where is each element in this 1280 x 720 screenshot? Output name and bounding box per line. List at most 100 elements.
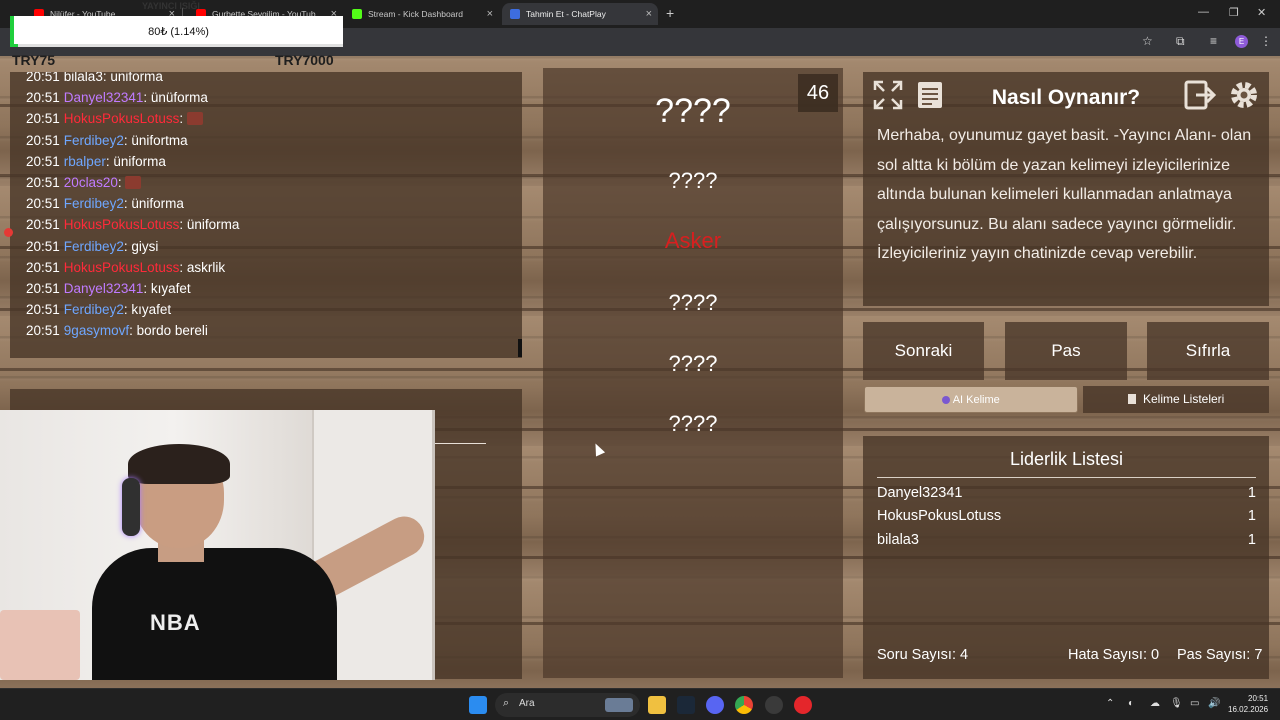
- leaderboard-score: 1: [1247, 532, 1256, 548]
- windows-start-icon[interactable]: [469, 696, 487, 714]
- chat-timestamp: 20:51: [26, 153, 60, 169]
- chat-emote-icon: [125, 175, 142, 189]
- app-icon[interactable]: [765, 696, 783, 714]
- chat-username[interactable]: HokusPokusLotuss: [64, 217, 180, 232]
- chat-message: 20:51 HokusPokusLotuss: üniforma: [26, 214, 506, 235]
- tray-cloud-icon[interactable]: ☁: [1150, 698, 1160, 709]
- chat-text: giysi: [131, 238, 159, 254]
- hidden-word: ????: [668, 168, 718, 193]
- pass-button[interactable]: Pas: [1005, 322, 1127, 380]
- tab-kick-dashboard[interactable]: Stream - Kick Dashboard ×: [344, 3, 499, 25]
- chat-username[interactable]: HokusPokusLotuss: [64, 260, 180, 275]
- system-clock[interactable]: 20:51 16.02.2026: [1228, 693, 1268, 715]
- clock-time: 20:51: [1248, 694, 1269, 703]
- fullscreen-icon[interactable]: [871, 78, 905, 112]
- tray-chevron-icon[interactable]: ⌃: [1106, 698, 1114, 709]
- logout-icon[interactable]: [1183, 78, 1217, 112]
- donation-goal-label: 80₺ (1.14%): [148, 26, 209, 38]
- volume-icon[interactable]: 🔊: [1208, 698, 1220, 709]
- chat-separator: :: [117, 174, 126, 190]
- chat-username[interactable]: rbalper: [64, 154, 106, 169]
- leaderboard-name: bilala3: [877, 532, 919, 548]
- leaderboard-name: HokusPokusLotuss: [877, 508, 1002, 524]
- maximize-icon[interactable]: ❐: [1229, 6, 1239, 19]
- chat-message: 20:51 Ferdibey2: giysi: [26, 236, 506, 257]
- bookmark-star-icon[interactable]: ☆: [1142, 34, 1153, 48]
- close-icon[interactable]: ×: [487, 8, 493, 20]
- chat-timestamp: 20:51: [26, 72, 60, 84]
- chat-message: 20:51 9gasymovf: bordo bereli: [26, 320, 506, 341]
- taskbar-search[interactable]: ⌕ Ara: [495, 693, 640, 717]
- chat-text: bordo bereli: [136, 323, 208, 339]
- chat-text: üniforma: [186, 217, 240, 233]
- ai-icon: [942, 396, 951, 404]
- chat-username[interactable]: bilala3: [64, 72, 103, 84]
- chat-message: 20:51 Ferdibey2: kıyafet: [26, 299, 506, 320]
- ai-word-button[interactable]: AI Kelime: [864, 386, 1078, 413]
- chatplay-icon: [510, 9, 520, 19]
- chat-username[interactable]: Danyel32341: [64, 90, 144, 105]
- network-icon[interactable]: ▭: [1190, 698, 1199, 709]
- opera-icon[interactable]: [794, 696, 812, 714]
- word-lists-button[interactable]: Kelime Listeleri: [1083, 386, 1269, 413]
- shirt-logo: NBA: [150, 610, 201, 635]
- chat-text: üniforma: [131, 196, 184, 212]
- chat-timestamp: 20:51: [26, 259, 60, 275]
- chat-separator: :: [143, 280, 151, 296]
- steam-icon[interactable]: [677, 696, 695, 714]
- next-button[interactable]: Sonraki: [863, 322, 984, 380]
- chat-text: uniforma: [110, 72, 163, 84]
- chat-scrollbar[interactable]: [518, 339, 522, 357]
- chat-message: 20:51 rbalper: üniforma: [26, 151, 506, 172]
- chat-text: askrlik: [186, 259, 226, 275]
- reset-button[interactable]: Sıfırla: [1147, 322, 1269, 380]
- donation-goal-fill: [14, 44, 18, 47]
- chat-username[interactable]: 20clas20: [64, 175, 118, 190]
- microphone-icon[interactable]: 🎙: [1170, 698, 1183, 709]
- chat-message: 20:51 20clas20:: [26, 172, 506, 193]
- settings-gear-icon[interactable]: [1227, 78, 1261, 112]
- question-count: Soru Sayısı: 4: [877, 647, 969, 663]
- leaderboard-title: Liderlik Listesi: [877, 449, 1256, 478]
- tab-chatplay[interactable]: Tahmin Et - ChatPlay ×: [502, 3, 658, 25]
- donation-goal-track: [14, 44, 343, 47]
- chat-timestamp: 20:51: [26, 323, 60, 339]
- close-icon[interactable]: ×: [646, 8, 652, 20]
- chat-text: üniforma: [113, 153, 166, 169]
- pass-count: Pas Sayısı: 7: [1177, 647, 1263, 663]
- leaderboard-name: Danyel32341: [877, 485, 963, 501]
- chrome-icon[interactable]: [735, 696, 753, 714]
- chat-username[interactable]: 9gasymovf: [64, 323, 129, 338]
- chat-username[interactable]: Ferdibey2: [64, 302, 124, 317]
- chat-timestamp: 20:51: [26, 174, 60, 190]
- discord-icon[interactable]: [706, 696, 724, 714]
- chat-timestamp: 20:51: [26, 90, 60, 106]
- tray-app-icon[interactable]: ◐: [1128, 698, 1134, 709]
- hidden-word: ????: [668, 290, 718, 315]
- profile-avatar[interactable]: E: [1235, 35, 1248, 48]
- ai-word-label: AI Kelime: [952, 394, 1000, 406]
- notes-icon[interactable]: [913, 78, 947, 112]
- search-label: Ara: [519, 698, 535, 709]
- word-column: ???????? Asker????????????: [543, 68, 843, 678]
- overlay-caption: YAYINCI ISIĞI: [142, 1, 200, 11]
- chat-username[interactable]: Ferdibey2: [64, 196, 124, 211]
- chat-username[interactable]: HokusPokusLotuss: [64, 111, 180, 126]
- file-explorer-icon[interactable]: [648, 696, 666, 714]
- new-tab-icon[interactable]: +: [666, 5, 674, 21]
- chat-username[interactable]: Ferdibey2: [64, 133, 124, 148]
- browser-menu-icon[interactable]: ⋮: [1260, 34, 1272, 48]
- leaderboard-row: HokusPokusLotuss 1: [877, 508, 1256, 524]
- extensions-icon[interactable]: ⧉: [1176, 34, 1185, 49]
- chat-panel: 20:51 bilala3: uniforma 20:51 Danyel32341: …: [10, 72, 522, 358]
- window-close-icon[interactable]: ✕: [1257, 6, 1266, 19]
- chat-username[interactable]: Danyel32341: [64, 281, 144, 296]
- leaderboard-score: 1: [1247, 485, 1256, 501]
- tab-search-icon[interactable]: ≡: [1210, 34, 1217, 48]
- chat-separator: :: [129, 323, 137, 339]
- chat-text: ünüforma: [150, 90, 208, 106]
- chat-username[interactable]: Ferdibey2: [64, 239, 124, 254]
- webcam-person-hair: [128, 444, 230, 484]
- minimize-icon[interactable]: —: [1198, 6, 1209, 18]
- chat-message: 20:51 Ferdibey2: üniforma: [26, 193, 506, 214]
